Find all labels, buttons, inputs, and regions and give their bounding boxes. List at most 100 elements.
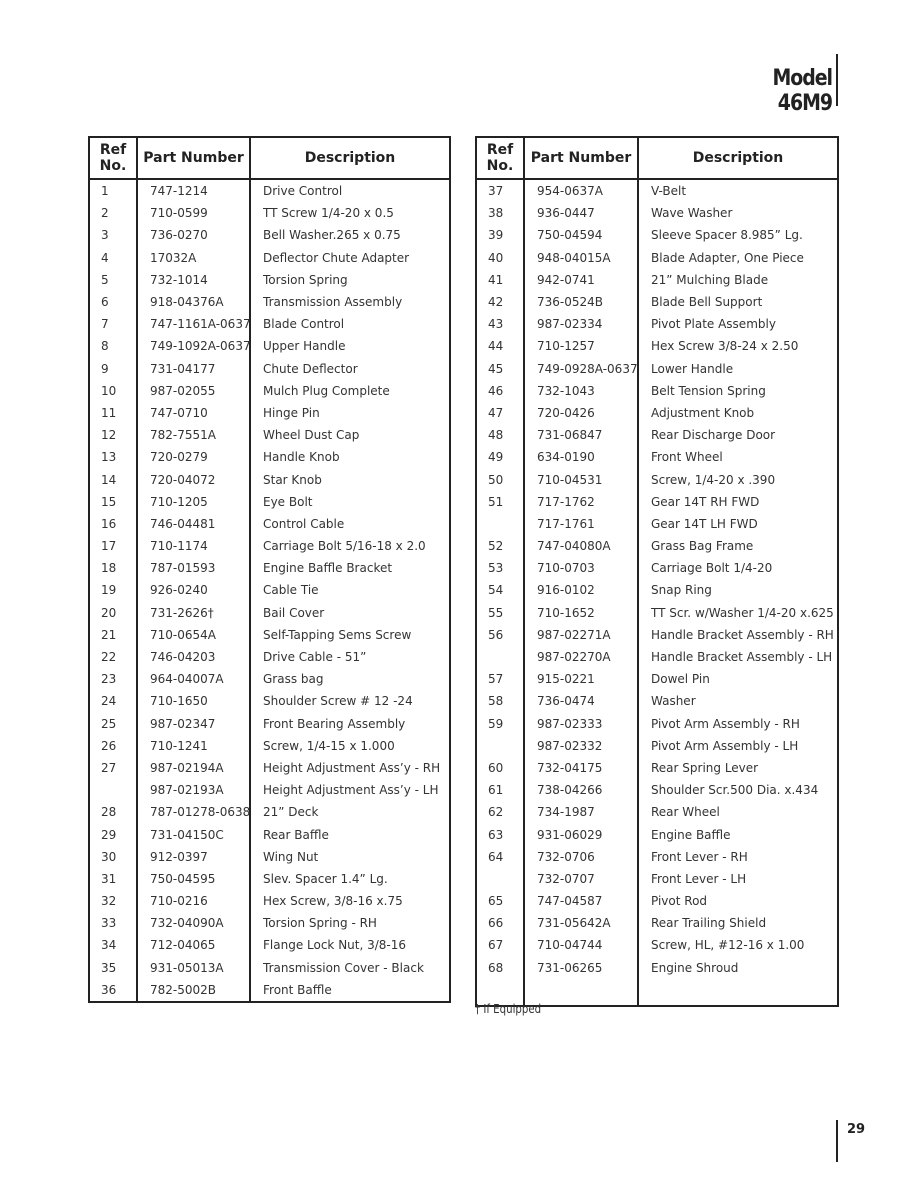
description-cell: Mulch Plug Complete — [249, 379, 450, 402]
table-row: 59 987-02333 Pivot Arm Assembly - RH — [476, 712, 838, 735]
table-row: 987-02332 Pivot Arm Assembly - LH — [476, 734, 838, 757]
table-row: 9 731-04177 Chute Deflector — [89, 357, 450, 380]
table-row: 35 931-05013A Transmission Cover - Black — [89, 956, 450, 979]
ref-cell: 66 — [488, 916, 504, 931]
part-number-cell: 720-0279 — [136, 446, 250, 469]
column-header-ref: Ref No. — [89, 137, 137, 180]
table-row: 50 710-04531 Screw, 1/4-20 x .390 — [476, 468, 838, 491]
description-cell: Carriage Bolt 1/4-20 — [637, 557, 838, 580]
ref-cell: 64 — [488, 849, 504, 864]
description-cell: Front Baffle — [249, 978, 450, 1002]
column-header-ref: Ref No. — [476, 137, 524, 180]
description-cell: Blade Bell Support — [637, 290, 838, 314]
table-row: 30 912-0397 Wing Nut — [89, 845, 450, 868]
parts-table-left: Ref No. Part Number Description 1 747-1214… — [88, 136, 451, 1003]
description-cell: TT Scr. w/Washer 1/4-20 x.625 — [637, 601, 838, 624]
ref-cell: 17 — [101, 539, 117, 554]
table-row: 10 987-02055 Mulch Plug Complete — [89, 379, 450, 402]
table-header-row: Ref No. Part Number Description — [476, 137, 838, 180]
table-row: 24 710-1650 Shoulder Screw # 12 -24 — [89, 690, 450, 713]
ref-cell: 53 — [488, 561, 504, 576]
description-cell: Lower Handle — [637, 357, 838, 380]
description-cell: Wave Washer — [637, 202, 838, 225]
description-cell: Rear Spring Lever — [637, 756, 838, 780]
part-number-cell: 710-1652 — [523, 601, 638, 624]
table-row: 38 936-0447 Wave Washer — [476, 202, 838, 225]
description-cell: Carriage Bolt 5/16-18 x 2.0 — [249, 535, 450, 558]
ref-cell: 5 — [101, 272, 109, 287]
description-cell: Pivot Rod — [637, 890, 838, 913]
ref-cell: 11 — [101, 405, 117, 420]
description-cell: Blade Control — [249, 313, 450, 336]
ref-cell — [476, 646, 524, 668]
ref-cell: 10 — [101, 383, 117, 398]
description-cell: Transmission Cover - Black — [249, 956, 450, 979]
part-number-cell: 736-0524B — [523, 290, 638, 314]
ref-cell: 25 — [101, 716, 117, 731]
part-number-cell: 731-06265 — [523, 956, 638, 979]
description-cell: Blade Adapter, One Piece — [637, 246, 838, 269]
table-row: 55 710-1652 TT Scr. w/Washer 1/4-20 x.625 — [476, 601, 838, 624]
part-number-cell: 942-0741 — [523, 268, 638, 291]
table-row: 23 964-04007A Grass bag — [89, 668, 450, 691]
table-row: 65 747-04587 Pivot Rod — [476, 890, 838, 913]
part-number-cell: 738-04266 — [523, 779, 638, 802]
part-number-cell: 732-0707 — [523, 867, 638, 890]
table-row: 987-02193A Height Adjustment Ass’y - LH — [89, 779, 450, 802]
ref-cell: 60 — [488, 760, 504, 775]
ref-cell: 67 — [488, 938, 504, 953]
table-row: 717-1761 Gear 14T LH FWD — [476, 512, 838, 535]
column-header-part-number: Part Number — [523, 137, 638, 180]
description-cell: Hex Screw 3/8-24 x 2.50 — [637, 335, 838, 358]
description-cell: Handle Knob — [249, 446, 450, 469]
table-row: 11 747-0710 Hinge Pin — [89, 401, 450, 425]
part-number-cell: 717-1761 — [523, 512, 638, 535]
part-number-cell: 926-0240 — [136, 579, 250, 602]
part-number-cell: 987-02193A — [136, 779, 250, 802]
ref-cell: 56 — [488, 627, 504, 642]
table-row: 27 987-02194A Height Adjustment Ass’y - RH — [89, 756, 450, 780]
table-row: 53 710-0703 Carriage Bolt 1/4-20 — [476, 557, 838, 580]
ref-cell: 14 — [101, 472, 117, 487]
description-cell: Bell Washer.265 x 0.75 — [249, 224, 450, 247]
ref-cell: 18 — [101, 561, 117, 576]
part-number-cell: 732-0706 — [523, 845, 638, 868]
ref-cell: 51 — [488, 494, 504, 509]
ref-cell: 47 — [488, 405, 504, 420]
part-number-cell: 710-0654A — [136, 623, 250, 646]
part-number-cell: 987-02271A — [523, 623, 638, 646]
table-row: 16 746-04481 Control Cable — [89, 512, 450, 535]
part-number-cell: 747-1214 — [136, 179, 250, 203]
ref-cell: 21 — [101, 627, 117, 642]
description-cell: Control Cable — [249, 512, 450, 535]
table-row: 28 787-01278-0638 21” Deck — [89, 801, 450, 824]
table-row: 13 720-0279 Handle Knob — [89, 446, 450, 469]
part-number-cell: 710-1205 — [136, 490, 250, 513]
ref-cell: 27 — [101, 760, 117, 775]
table-row: 33 732-04090A Torsion Spring - RH — [89, 912, 450, 935]
ref-cell: 41 — [488, 272, 504, 287]
part-number-cell: 710-1174 — [136, 535, 250, 558]
description-cell: V-Belt — [637, 179, 838, 203]
table-row: 2 710-0599 TT Screw 1/4-20 x 0.5 — [89, 202, 450, 225]
description-cell: Bail Cover — [249, 601, 450, 624]
ref-cell: 68 — [488, 960, 504, 975]
ref-cell: 45 — [488, 361, 504, 376]
ref-cell: 32 — [101, 894, 117, 909]
description-cell: Pivot Arm Assembly - LH — [637, 734, 838, 757]
description-cell: Rear Wheel — [637, 801, 838, 824]
description-cell: Screw, 1/4-15 x 1.000 — [249, 734, 450, 757]
table-row: 22 746-04203 Drive Cable - 51” — [89, 645, 450, 669]
description-cell: Gear 14T RH FWD — [637, 490, 838, 513]
table-row: 68 731-06265 Engine Shroud — [476, 956, 838, 979]
part-number-cell: 746-04481 — [136, 512, 250, 535]
table-row: 39 750-04594 Sleeve Spacer 8.985” Lg. — [476, 224, 838, 247]
description-cell: Torsion Spring - RH — [249, 912, 450, 935]
parts-table-right: Ref No. Part Number Description 37 954-063… — [475, 136, 839, 1007]
ref-cell: 8 — [101, 339, 109, 354]
ref-cell: 33 — [101, 916, 117, 931]
part-number-cell: 787-01593 — [136, 557, 250, 580]
description-cell: Rear Baffle — [249, 823, 450, 846]
model-title: Model 46M9 — [772, 66, 833, 116]
table-row: 54 916-0102 Snap Ring — [476, 579, 838, 602]
